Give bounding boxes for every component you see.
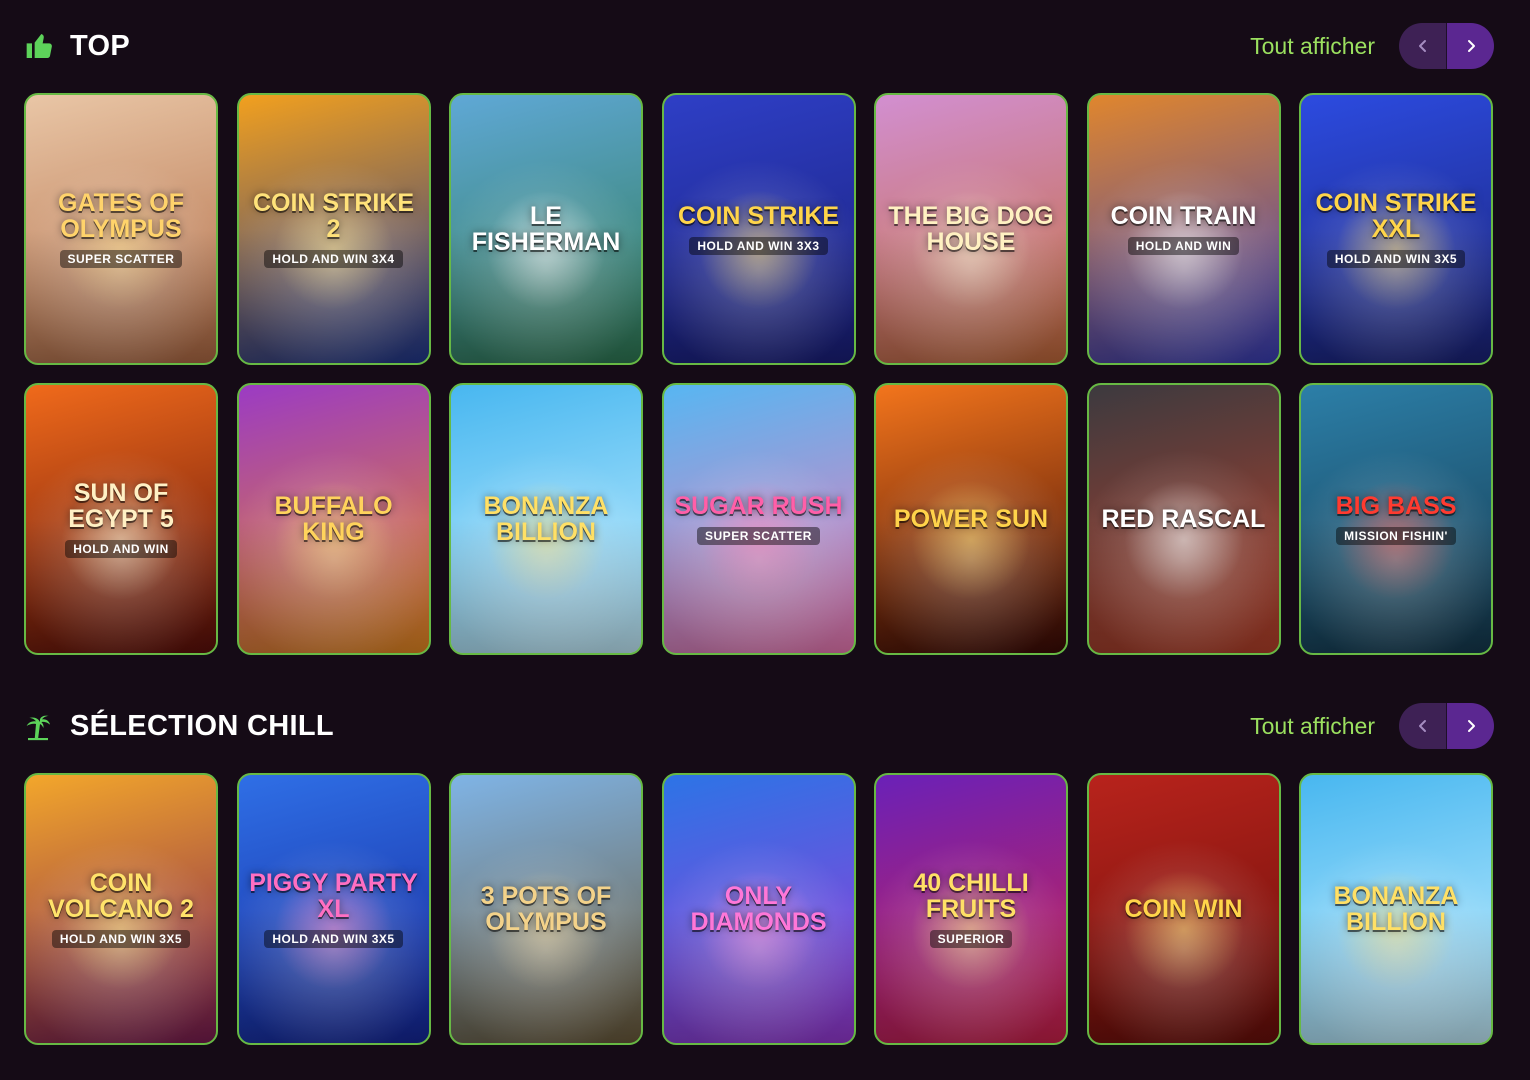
game-title: Power Sun: [893, 504, 1049, 533]
game-title: Big Bass: [1335, 491, 1457, 520]
thumbs-up-icon: [24, 30, 56, 62]
palm-tree-icon: [24, 710, 56, 742]
game-tile[interactable]: Red Rascal: [1086, 383, 1281, 655]
game-title: Red Rascal: [1101, 504, 1266, 533]
game-subtitle: Mission Fishin': [1336, 527, 1456, 546]
game-title: Gates of Olympus: [58, 188, 184, 243]
game-tile[interactable]: Bonanza Billion: [449, 383, 643, 655]
game-subtitle: Superior: [929, 930, 1013, 949]
game-tile[interactable]: Only Diamonds: [661, 773, 856, 1045]
game-grid-chill: Coin Volcano 2 Hold and Win 3x5 Piggy Part…: [24, 773, 1493, 1045]
game-title: Coin Strike: [677, 201, 840, 230]
game-title: Only Diamonds: [690, 881, 827, 936]
game-subtitle: Hold and Win 3x5: [1326, 250, 1466, 269]
game-title: The Big Dog House: [888, 201, 1054, 256]
game-subtitle: Hold and Win 3x3: [689, 237, 828, 256]
game-artwork: [1123, 480, 1244, 601]
game-tile[interactable]: Power Sun: [874, 383, 1068, 655]
game-title: 3 Pots of Olympus: [480, 881, 612, 936]
game-tile[interactable]: Coin Train Hold and Win: [1086, 93, 1281, 365]
game-tile[interactable]: Bonanza Billion: [1299, 773, 1493, 1045]
carousel-nav: [1399, 703, 1494, 749]
view-all-link[interactable]: Tout afficher: [1250, 33, 1375, 60]
game-artwork: [1123, 870, 1244, 991]
game-subtitle: Hold and Win: [1127, 237, 1240, 256]
game-tile[interactable]: Buffalo King: [236, 383, 431, 655]
game-title: Coin Strike 2: [252, 188, 415, 243]
carousel-next-button[interactable]: [1447, 703, 1494, 749]
game-title: Coin Win: [1124, 894, 1243, 923]
game-title: Sun of Egypt 5: [68, 478, 174, 533]
section-title: TOP: [24, 30, 130, 63]
game-tile[interactable]: Sugar Rush Super Scatter: [661, 383, 856, 655]
chevron-left-icon: [1418, 40, 1426, 52]
game-tile[interactable]: Big Bass Mission Fishin': [1299, 383, 1493, 655]
game-tile[interactable]: Piggy Party XL Hold and Win 3x5: [236, 773, 431, 1045]
game-tile[interactable]: Le Fisherman: [449, 93, 643, 365]
game-subtitle: Hold and Win 3x5: [51, 930, 191, 949]
section-header-chill: SÉLECTION CHILL Tout afficher: [24, 702, 1494, 750]
game-subtitle: Hold and Win: [65, 540, 177, 559]
game-subtitle: Super Scatter: [59, 250, 183, 269]
game-tile[interactable]: Gates of Olympus Super Scatter: [24, 93, 218, 365]
carousel-prev-button[interactable]: [1399, 703, 1447, 749]
game-title: Piggy Party XL: [249, 868, 418, 923]
section-controls: Tout afficher: [1250, 703, 1494, 749]
chevron-right-icon: [1467, 40, 1475, 52]
section-controls: Tout afficher: [1250, 23, 1494, 69]
game-tile[interactable]: Sun of Egypt 5 Hold and Win: [24, 383, 218, 655]
game-title: Coin Train: [1110, 201, 1257, 230]
chevron-right-icon: [1467, 720, 1475, 732]
carousel-next-button[interactable]: [1447, 23, 1494, 69]
game-title: Sugar Rush: [674, 491, 843, 520]
section-title: SÉLECTION CHILL: [24, 710, 334, 743]
game-grid-top: Gates of Olympus Super Scatter Coin Strike…: [24, 93, 1493, 655]
section-title-text: TOP: [70, 29, 130, 62]
game-title: Bonanza Billion: [483, 491, 609, 546]
game-tile[interactable]: Coin Strike XXL Hold and Win 3x5: [1299, 93, 1493, 365]
game-subtitle: Super Scatter: [697, 527, 820, 546]
game-subtitle: Hold and Win 3x4: [264, 250, 403, 269]
game-title: Coin Volcano 2: [48, 868, 194, 923]
game-tile[interactable]: The Big Dog House: [874, 93, 1068, 365]
view-all-link[interactable]: Tout afficher: [1250, 713, 1375, 740]
game-title: Le Fisherman: [471, 201, 621, 256]
game-subtitle: Hold and Win 3x5: [264, 930, 403, 949]
game-tile[interactable]: Coin Volcano 2 Hold and Win 3x5: [24, 773, 218, 1045]
game-tile[interactable]: Coin Win: [1086, 773, 1281, 1045]
game-title: 40 Chilli Fruits: [913, 868, 1029, 923]
game-tile[interactable]: Coin Strike Hold and Win 3x3: [661, 93, 856, 365]
game-artwork: [911, 480, 1031, 601]
game-tile[interactable]: Coin Strike 2 Hold and Win 3x4: [236, 93, 431, 365]
carousel-prev-button[interactable]: [1399, 23, 1447, 69]
game-title: Bonanza Billion: [1333, 881, 1459, 936]
section-title-text: SÉLECTION CHILL: [70, 709, 334, 742]
chevron-left-icon: [1418, 720, 1426, 732]
game-title: Buffalo King: [274, 491, 393, 546]
game-tile[interactable]: 3 Pots of Olympus: [449, 773, 643, 1045]
section-header-top: TOP Tout afficher: [24, 22, 1494, 70]
game-tile[interactable]: 40 Chilli Fruits Superior: [874, 773, 1068, 1045]
carousel-nav: [1399, 23, 1494, 69]
game-title: Coin Strike XXL: [1315, 188, 1477, 243]
